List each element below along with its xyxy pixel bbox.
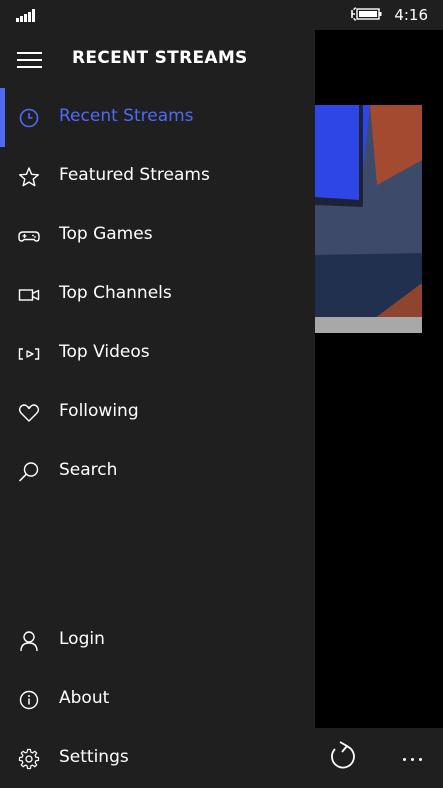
nav-item-label: Top Games xyxy=(59,224,153,244)
nav-item-featured-streams[interactable]: Featured Streams xyxy=(0,147,315,206)
nav-item-search[interactable]: Search xyxy=(0,442,315,501)
active-indicator xyxy=(0,88,5,147)
streams-content xyxy=(315,88,443,728)
nav-item-top-games[interactable]: Top Games xyxy=(0,206,315,265)
refresh-icon[interactable] xyxy=(326,740,360,774)
search-icon xyxy=(18,462,39,482)
signal-strength-icon xyxy=(16,9,36,22)
nav-item-label: Top Videos xyxy=(59,342,150,362)
video-camera-icon xyxy=(18,289,40,301)
nav-item-top-channels[interactable]: Top Channels xyxy=(0,265,315,324)
app-bar xyxy=(315,728,443,788)
header-bar: RECENT STREAMS xyxy=(0,30,315,88)
battery-charging-icon xyxy=(351,7,382,21)
clock-icon xyxy=(19,108,39,128)
nav-item-top-videos[interactable]: Top Videos xyxy=(0,324,315,383)
nav-item-label: Top Channels xyxy=(59,283,172,303)
person-icon xyxy=(20,631,38,652)
nav-item-label: Recent Streams xyxy=(59,106,194,126)
nav-item-label: Settings xyxy=(59,747,129,767)
gamepad-icon xyxy=(18,231,40,242)
nav-item-label: Search xyxy=(59,460,118,480)
status-clock: 4:16 xyxy=(394,6,428,24)
star-icon xyxy=(19,167,39,187)
status-bar: 4:16 xyxy=(0,0,443,30)
stream-thumbnail[interactable] xyxy=(315,105,422,333)
nav-item-login[interactable]: Login xyxy=(0,611,315,670)
stream-preview-image xyxy=(315,105,422,333)
hamburger-menu-icon[interactable] xyxy=(17,52,42,68)
page-title: RECENT STREAMS xyxy=(72,48,248,68)
info-icon xyxy=(19,690,39,710)
navigation-pane: Recent Streams Featured Streams Top Game… xyxy=(0,88,315,788)
nav-item-about[interactable]: About xyxy=(0,670,315,729)
nav-item-label: Login xyxy=(59,629,105,649)
heart-icon xyxy=(18,404,40,422)
nav-item-label: Following xyxy=(59,401,139,421)
app-screen: 4:16 RECENT STREAMS Recent Streams Featu… xyxy=(0,0,443,788)
more-icon[interactable] xyxy=(395,742,431,772)
nav-item-following[interactable]: Following xyxy=(0,383,315,442)
nav-item-settings[interactable]: Settings xyxy=(0,729,315,788)
gear-icon xyxy=(18,748,40,770)
nav-item-label: About xyxy=(59,688,110,708)
nav-item-recent-streams[interactable]: Recent Streams xyxy=(0,88,315,147)
nav-item-label: Featured Streams xyxy=(59,165,210,185)
video-screen-icon xyxy=(18,348,40,360)
